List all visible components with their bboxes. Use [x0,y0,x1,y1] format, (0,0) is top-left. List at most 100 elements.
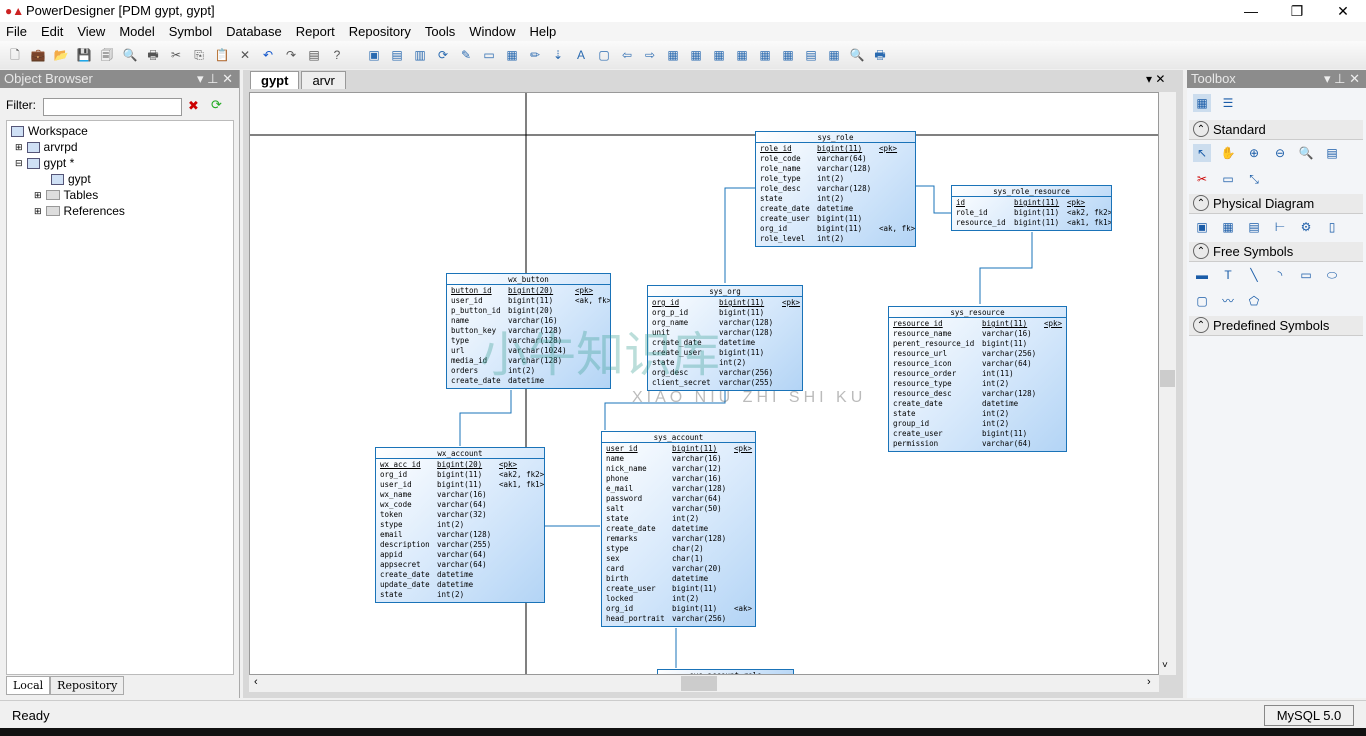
menu-repository[interactable]: Repository [349,22,411,41]
column-row[interactable]: url varchar(1024) [447,346,610,356]
column-row[interactable]: salt varchar(50) [602,504,755,514]
menu-database[interactable]: Database [226,22,282,41]
toolbar-icon[interactable]: ⇨ [641,46,659,64]
line-tool-icon[interactable]: ╲ [1245,266,1263,284]
diagram-canvas[interactable]: sys_role role_id bigint(11) <pk> role_code va… [249,92,1159,675]
column-row[interactable]: create_user bigint(11) [889,429,1066,439]
scroll-right-icon[interactable]: › [1147,676,1151,688]
toolbar-icon[interactable]: ▦ [733,46,751,64]
cut-icon[interactable]: ✂ [167,46,185,64]
column-row[interactable]: wx_name varchar(16) [376,490,544,500]
column-row[interactable]: resource_name varchar(16) [889,329,1066,339]
reference-tool-icon[interactable]: ⊢ [1271,218,1289,236]
clear-filter-icon[interactable]: ✖ [188,98,199,114]
menu-window[interactable]: Window [469,22,515,41]
tree-item-gypt-model[interactable]: ⊟ gypt * [15,156,74,170]
large-icons-view-icon[interactable]: ▦ [1193,94,1211,112]
column-row[interactable]: email varchar(128) [376,530,544,540]
table-sys-role-resource[interactable]: sys_role_resource id bigint(11) <pk> role_id… [951,185,1112,231]
tree-item-arvrpd[interactable]: ⊞ arvrpd [15,140,78,154]
delete-icon[interactable]: ✕ [236,46,254,64]
rounded-rect-tool-icon[interactable]: ▢ [1193,292,1211,310]
column-row[interactable]: p_button_id bigint(20) [447,306,610,316]
collapse-icon[interactable]: ⊟ [15,158,23,169]
tree-item-references[interactable]: ⊞ References [34,204,125,218]
column-row[interactable]: org_p_id bigint(11) [648,308,802,318]
column-row[interactable]: name varchar(16) [447,316,610,326]
new-icon[interactable]: 🗋 [6,46,24,64]
toolbar-icon[interactable]: 🔍 [848,46,866,64]
column-row[interactable]: resource_url varchar(256) [889,349,1066,359]
column-row[interactable]: orders int(2) [447,366,610,376]
package-tool-icon[interactable]: ▣ [1193,218,1211,236]
vertical-scrollbar[interactable]: ˅ [1159,92,1176,675]
column-row[interactable]: permission varchar(64) [889,439,1066,449]
polygon-tool-icon[interactable]: ⬠ [1245,292,1263,310]
column-row[interactable]: user_id bigint(11) <ak, fk> [447,296,610,306]
toolbar-icon[interactable]: ▭ [480,46,498,64]
zoom-in-icon[interactable]: ⊕ [1245,144,1263,162]
column-row[interactable]: user_id bigint(11) <ak1, fk1> [376,480,544,490]
column-row[interactable]: perent_resource_id bigint(11) [889,339,1066,349]
filter-input[interactable] [43,98,182,116]
properties-icon[interactable]: ▤ [305,46,323,64]
minimize-button[interactable]: — [1228,0,1274,22]
panel-controls-icon[interactable]: ▾ ⊥ ✕ [1324,71,1360,87]
toolbar-icon[interactable]: ✏ [526,46,544,64]
maximize-button[interactable]: ❐ [1274,0,1320,22]
paste-icon[interactable]: 📋 [213,46,231,64]
save-icon[interactable]: 💾 [75,46,93,64]
column-row[interactable]: org_id bigint(11) <ak> [602,604,755,614]
table-sys-account[interactable]: sys_account user_id bigint(11) <pk> name varc… [601,431,756,627]
redo-icon[interactable]: ↷ [282,46,300,64]
tab-gypt[interactable]: gypt [250,71,300,89]
toolbar-icon[interactable]: ▤ [802,46,820,64]
column-row[interactable]: stype char(2) [602,544,755,554]
scroll-thumb[interactable] [1160,370,1175,387]
menu-view[interactable]: View [77,22,105,41]
column-row[interactable]: appsecret varchar(64) [376,560,544,570]
column-row[interactable]: phone varchar(16) [602,474,755,484]
properties-tool-icon[interactable]: ▤ [1323,144,1341,162]
column-row[interactable]: state int(2) [602,514,755,524]
table-tool-icon[interactable]: ▦ [1219,218,1237,236]
toolbar-icon[interactable]: ⇣ [549,46,567,64]
file-tool-icon[interactable]: ▯ [1323,218,1341,236]
column-row[interactable]: role_desc varchar(128) [756,184,915,194]
list-view-icon[interactable]: ☰ [1219,94,1237,112]
toolbar-icon[interactable]: ▤ [388,46,406,64]
menu-symbol[interactable]: Symbol [169,22,212,41]
column-row[interactable]: remarks varchar(128) [602,534,755,544]
arc-tool-icon[interactable]: ◝ [1271,266,1289,284]
help-icon[interactable]: ? [328,46,346,64]
column-row[interactable]: create_date datetime [602,524,755,534]
menu-help[interactable]: Help [530,22,557,41]
column-row[interactable]: role_type int(2) [756,174,915,184]
column-row[interactable]: create_date datetime [756,204,915,214]
table-wx-button[interactable]: wx_button button_id bigint(20) <pk> user_id b… [446,273,611,389]
column-row[interactable]: password varchar(64) [602,494,755,504]
column-row[interactable]: button_key varchar(128) [447,326,610,336]
tab-arvr[interactable]: arvr [301,71,346,89]
toolbar-icon[interactable]: A [572,46,590,64]
column-row[interactable]: role_level int(2) [756,234,915,244]
tree-item-workspace[interactable]: Workspace [11,124,88,138]
column-row[interactable]: id bigint(11) <pk> [952,198,1111,208]
open-view-icon[interactable]: 🔍 [1297,144,1315,162]
column-row[interactable]: state int(2) [376,590,544,600]
column-row[interactable]: state int(2) [889,409,1066,419]
column-row[interactable]: wx_acc_id bigint(20) <pk> [376,460,544,470]
title-tool-icon[interactable]: ▬ [1193,266,1211,284]
toolbar-icon[interactable]: ▢ [595,46,613,64]
column-row[interactable]: stype int(2) [376,520,544,530]
column-row[interactable]: update_date datetime [376,580,544,590]
refresh-icon[interactable]: ⟳ [211,97,222,113]
column-row[interactable]: media_id varchar(128) [447,356,610,366]
section-predefined-symbols[interactable]: Predefined Symbols [1189,316,1363,336]
panel-controls-icon[interactable]: ▾ ⊥ ✕ [197,71,233,87]
column-row[interactable]: resource_type int(2) [889,379,1066,389]
column-row[interactable]: birth datetime [602,574,755,584]
table-sys-resource[interactable]: sys_resource resource_id bigint(11) <pk> res… [888,306,1067,452]
close-button[interactable]: ✕ [1320,0,1366,22]
menu-file[interactable]: File [6,22,27,41]
